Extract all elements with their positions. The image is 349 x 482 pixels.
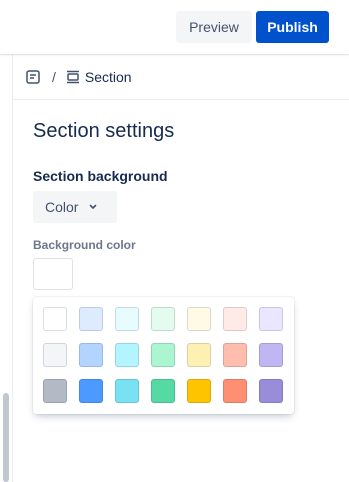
page-icon[interactable] (26, 69, 40, 84)
color-swatch[interactable] (79, 307, 103, 331)
color-swatch[interactable] (259, 307, 283, 331)
color-swatch[interactable] (151, 379, 175, 403)
color-swatch[interactable] (43, 379, 67, 403)
color-swatch[interactable] (79, 343, 103, 367)
page-title: Section settings (33, 120, 175, 142)
color-swatch[interactable] (115, 379, 139, 403)
color-swatch[interactable] (259, 379, 283, 403)
color-swatch[interactable] (223, 307, 247, 331)
section-background-heading: Section background (33, 168, 168, 184)
color-swatch[interactable] (187, 379, 211, 403)
color-swatch[interactable] (43, 343, 67, 367)
breadcrumb-section-label[interactable]: Section (85, 69, 132, 85)
color-swatch[interactable] (151, 343, 175, 367)
color-swatch[interactable] (115, 343, 139, 367)
color-swatch[interactable] (187, 343, 211, 367)
color-palette-popup (33, 297, 294, 414)
background-color-picker[interactable] (33, 258, 73, 290)
color-swatch[interactable] (115, 307, 139, 331)
breadcrumb: / Section (13, 54, 349, 100)
preview-button[interactable]: Preview (176, 11, 252, 43)
background-type-value: Color (45, 199, 79, 215)
color-swatch[interactable] (43, 307, 67, 331)
color-swatch[interactable] (79, 379, 103, 403)
breadcrumb-separator: / (52, 68, 56, 85)
top-toolbar: Preview Publish (0, 0, 349, 54)
color-swatch[interactable] (223, 379, 247, 403)
color-swatch[interactable] (259, 343, 283, 367)
panel-divider (12, 54, 13, 482)
color-swatch[interactable] (187, 307, 211, 331)
chevron-down-icon (88, 202, 98, 212)
background-color-label: Background color (33, 238, 136, 252)
color-swatch[interactable] (223, 343, 247, 367)
section-icon (66, 70, 80, 84)
scrollbar-thumb[interactable] (3, 393, 9, 482)
background-type-dropdown[interactable]: Color (33, 191, 117, 223)
color-swatch[interactable] (151, 307, 175, 331)
publish-button[interactable]: Publish (256, 11, 329, 43)
